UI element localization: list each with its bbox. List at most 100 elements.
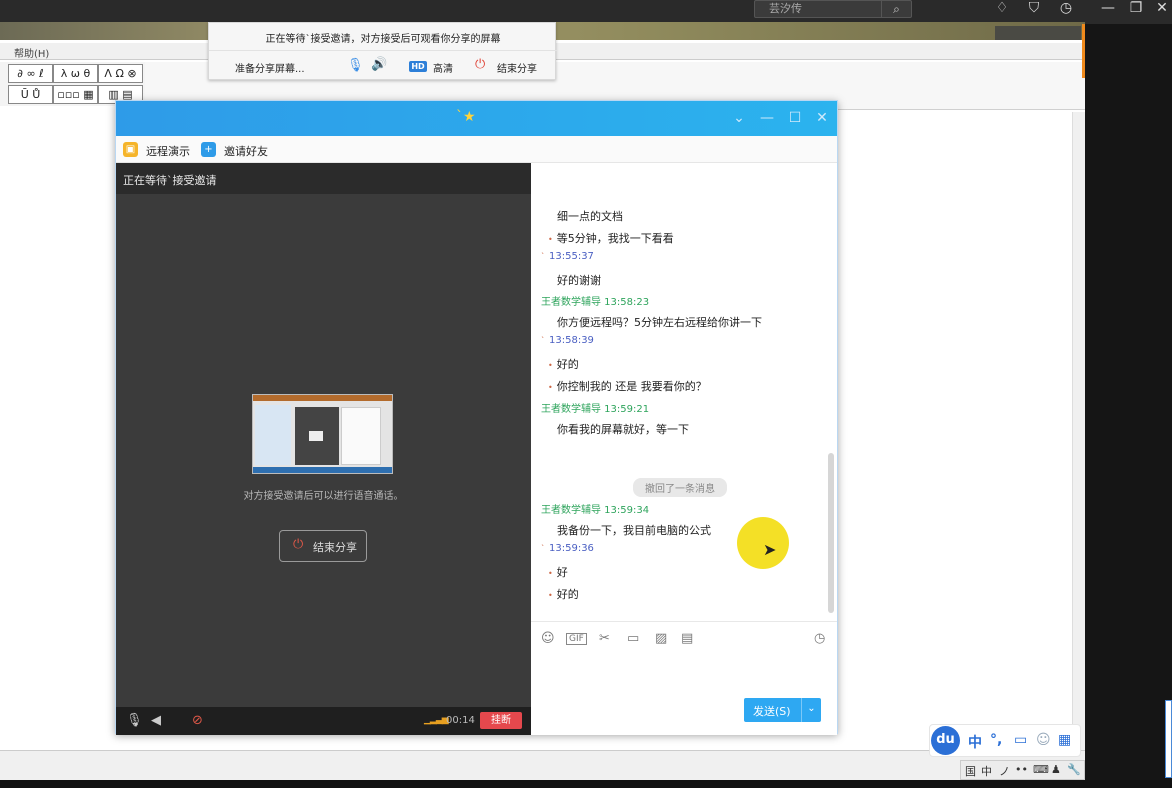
invite-friend-icon[interactable]: + — [201, 142, 216, 157]
skin-icon[interactable]: ♢ — [990, 0, 1014, 20]
emoji-icon[interactable]: ☺ — [541, 631, 555, 646]
user-icon[interactable]: ♟ — [1051, 763, 1061, 776]
signal-icon: ▁▂▃▅ — [424, 715, 449, 725]
baidu-ime-logo[interactable]: du — [931, 726, 960, 755]
tool-matrix[interactable]: ▫▫▫ ▦ — [53, 85, 98, 104]
scissors-icon[interactable]: ✂ — [599, 631, 610, 646]
microphone-icon[interactable]: 🎙 — [347, 58, 364, 73]
tray-lang-icon[interactable]: 中 — [981, 763, 992, 779]
message-input-area[interactable]: ☺ GIF ✂ ▭ ▨ ▤ ◷ 发送(S) ⌄ — [531, 621, 837, 735]
sender-dot-icon: • — [548, 569, 553, 578]
microphone-icon[interactable]: 🎙 — [126, 713, 143, 728]
tray-moon-icon[interactable]: ノ — [999, 763, 1010, 779]
menu-help[interactable]: 帮助(H) — [14, 45, 49, 60]
tool-accents[interactable]: Ū Ů — [8, 85, 53, 104]
message-text: 我备份一下，我目前电脑的公式 — [557, 524, 711, 537]
power-icon: ⏻ — [293, 537, 304, 552]
tool-calculus[interactable]: ∂ ∞ ℓ — [8, 64, 53, 83]
wrench-icon[interactable]: 🔧 — [1067, 763, 1081, 776]
invite-friend-button[interactable]: 邀请好友 — [224, 143, 268, 159]
message-time: ` 13:55:37 — [541, 251, 594, 262]
mouse-cursor-icon: ➤ — [763, 540, 777, 559]
ime-menu-icon[interactable]: ▦ — [1058, 732, 1071, 748]
tray-country-icon[interactable]: 国 — [965, 763, 976, 779]
tool-greek-lower[interactable]: λ ω θ — [53, 64, 98, 83]
tick-icon: ` — [541, 544, 545, 553]
shirt-icon[interactable]: ⛉ — [1022, 0, 1046, 20]
message-sender: 王者数学辅导 13:59:21 — [541, 404, 650, 415]
remote-demo-button[interactable]: 远程演示 — [146, 143, 190, 159]
ime-punctuation[interactable]: °, — [990, 732, 1002, 748]
voice-call-note: 对方接受邀请后可以进行语音通话。 — [243, 491, 404, 502]
sender-dot-icon: • — [548, 361, 553, 370]
message-text: • 好的 — [548, 358, 579, 371]
gif-icon[interactable]: GIF — [566, 633, 587, 645]
contact-name: `★ — [456, 109, 476, 125]
minimize-icon[interactable]: — — [1096, 0, 1120, 20]
speaker-icon[interactable]: ◀ — [151, 713, 161, 728]
sender-dot-icon: • — [548, 591, 553, 600]
message-text: 细一点的文档 — [557, 210, 623, 223]
restore-icon[interactable]: ❐ — [1124, 0, 1148, 20]
message-text: 你看我的屏幕就好，等一下 — [557, 423, 689, 436]
history-icon[interactable]: ◷ — [1054, 0, 1078, 20]
ime-user-icon[interactable]: ☺ — [1036, 732, 1051, 748]
screen-preview-thumbnail — [252, 394, 393, 474]
call-timer: 00:14 — [446, 715, 475, 726]
maximize-icon[interactable]: ☐ — [787, 110, 803, 126]
speaker-icon[interactable]: 🔊 — [371, 57, 387, 72]
tray-dots-icon[interactable]: •• — [1015, 763, 1028, 776]
send-button[interactable]: 发送(S) ⌄ — [744, 698, 821, 722]
editor-scrollbar[interactable] — [1072, 112, 1085, 772]
ime-skin-icon[interactable]: ▭ — [1014, 732, 1027, 748]
side-panel-edge — [1165, 700, 1172, 778]
close-icon[interactable]: ✕ — [814, 110, 830, 126]
ime-toolbar: du 中 °, ▭ ☺ ▦ — [929, 724, 1081, 757]
sender-dot-icon: • — [548, 235, 553, 244]
message-text: • 你控制我的 还是 我要看你的？ — [548, 380, 707, 393]
sender-dot-icon: • — [548, 383, 553, 392]
red-envelope-icon[interactable]: ▤ — [681, 631, 693, 646]
tool-greek-upper[interactable]: Λ Ω ⊗ — [98, 64, 143, 83]
camera-off-icon[interactable]: ⊘ — [192, 713, 203, 728]
editor-window-controls[interactable] — [995, 26, 1081, 40]
screen-share-bar: 正在等待`接受邀请，对方接受后可观看你分享的屏幕 准备分享屏幕... 🎙 🔊 H… — [208, 22, 557, 80]
minimize-icon[interactable]: — — [759, 110, 775, 126]
message-text: • 等5分钟，我找一下看看 — [548, 232, 674, 245]
search-input[interactable]: 芸汐传 ⌕ — [754, 0, 912, 18]
desktop-edge — [1085, 24, 1172, 788]
message-list: 细一点的文档 • 等5分钟，我找一下看看 ` 13:55:37 好的谢谢 王者数学辅… — [531, 163, 837, 621]
chevron-down-icon[interactable]: ⌄ — [801, 698, 821, 722]
image-icon[interactable]: ▨ — [655, 631, 667, 646]
ime-mode-chinese[interactable]: 中 — [968, 732, 982, 752]
message-text: • 好 — [548, 566, 568, 579]
close-icon[interactable]: ✕ — [1150, 0, 1172, 20]
taskbar-edge — [0, 780, 1172, 788]
send-label: 发送(S) — [753, 705, 791, 718]
message-text: 你方便远程吗？5分钟左右远程给你讲一下 — [557, 316, 762, 329]
chat-toolstrip: ▣ 远程演示 + 邀请好友 — [116, 136, 837, 163]
search-icon[interactable]: ⌕ — [881, 0, 911, 18]
hd-icon[interactable]: HD — [409, 61, 427, 72]
keyboard-icon[interactable]: ⌨ — [1033, 763, 1049, 776]
history-icon[interactable]: ◷ — [814, 631, 825, 646]
hangup-button[interactable]: 挂断 — [480, 712, 522, 729]
power-icon[interactable]: ⏻ — [475, 57, 485, 72]
system-tray: 国 中 ノ •• ⌨ ♟ 🔧 — [960, 760, 1085, 780]
hd-label[interactable]: 高清 — [433, 60, 453, 75]
message-time: ` 13:58:39 — [541, 335, 594, 346]
remote-demo-icon[interactable]: ▣ — [123, 142, 138, 157]
message-text: • 好的 — [548, 588, 579, 601]
divider — [209, 50, 557, 51]
folder-icon[interactable]: ▭ — [627, 631, 639, 646]
editor-statusbar — [0, 750, 1085, 780]
video-pane: 正在等待`接受邀请 对方接受邀请后可以进行语音通话。 ⏻ 结束分享 🎙 ◀ ⊘ … — [116, 163, 531, 735]
chevron-down-icon[interactable]: ⌄ — [731, 110, 747, 126]
top-bar: 芸汐传 ⌕ ♢ ⛉ ◷ — ❐ ✕ — [0, 0, 1172, 42]
end-share-button[interactable]: 结束分享 — [497, 60, 537, 75]
message-scrollbar[interactable] — [828, 453, 834, 613]
message-sender: 王者数学辅导 13:58:23 — [541, 297, 650, 308]
chat-titlebar: `★ ⌄ — ☐ ✕ — [116, 101, 837, 136]
end-share-video-button[interactable]: ⏻ 结束分享 — [279, 530, 367, 562]
tick-icon: ` — [541, 252, 545, 261]
